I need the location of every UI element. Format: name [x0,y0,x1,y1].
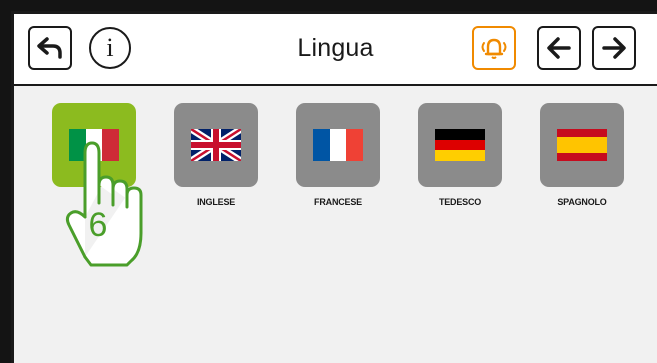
spain-flag-icon [557,129,607,161]
language-label-spanish: SPAGNOLO [557,197,607,207]
bell-icon [481,38,507,59]
tap-hand-icon [65,141,143,267]
next-button[interactable] [592,26,636,70]
germany-flag-icon [435,129,485,161]
language-label-english: INGLESE [196,197,236,207]
language-tile-german[interactable] [418,103,502,187]
uk-flag-icon [191,129,241,161]
alarm-button[interactable] [472,26,516,70]
arrow-right-icon [602,37,626,59]
france-flag-icon [313,129,363,161]
language-tile-spanish[interactable] [540,103,624,187]
header-bar: i Lingua [14,14,657,86]
arrow-left-icon [547,37,571,59]
step-number: 6 [88,206,108,244]
language-tile-english[interactable] [174,103,258,187]
language-tile-french[interactable] [296,103,380,187]
language-label-french: FRANCESE [314,197,362,207]
prev-button[interactable] [537,26,581,70]
language-label-german: TEDESCO [438,197,482,207]
